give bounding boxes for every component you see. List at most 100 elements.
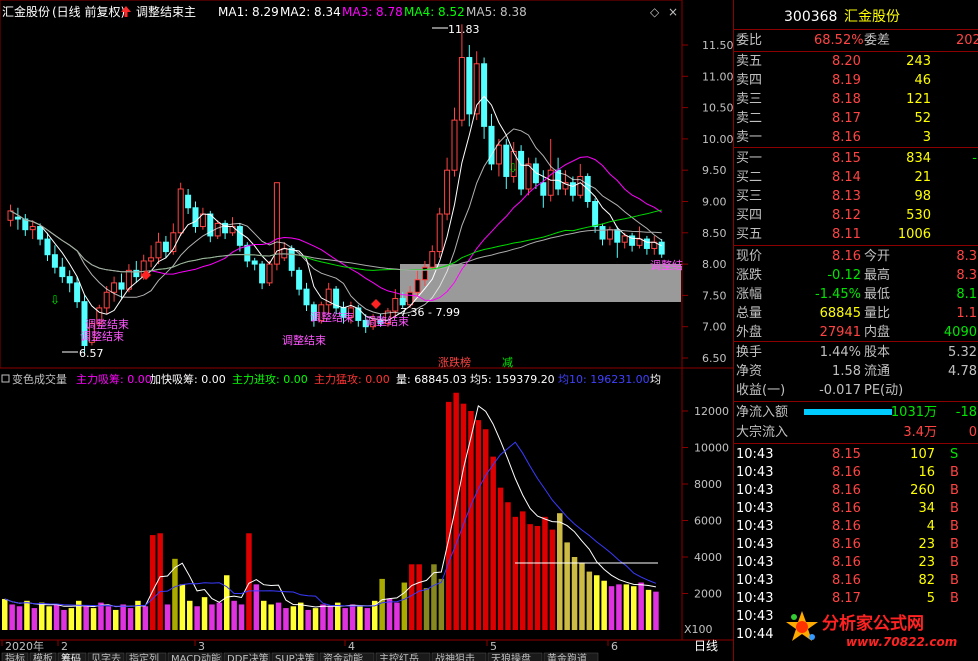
down-signal-icon: ⇩: [508, 161, 518, 175]
tick-time: 10:43: [736, 447, 774, 462]
volume-bar: [142, 606, 149, 630]
volume-bar: [409, 564, 415, 630]
stat-value: -1.45%: [815, 287, 861, 302]
candlestick: [111, 282, 118, 293]
volume-tick: 10000: [694, 442, 729, 455]
volume-bar: [490, 456, 496, 630]
stat-value: 4090: [943, 325, 977, 340]
indicator-name[interactable]: 调整结束主: [136, 4, 196, 19]
ma-legend-item: MA4: 8.52: [404, 5, 465, 19]
indicator-tab[interactable]: MACD动能: [171, 652, 221, 661]
candlestick: [444, 169, 451, 215]
volume-bar: [157, 533, 163, 630]
tick-row: 10:43 8.16 16 B: [734, 463, 978, 482]
ask-volume: 52: [914, 111, 931, 126]
limit-tag[interactable]: 涨跌榜: [438, 355, 471, 369]
indicator-tab-bar: 指标 模板 筹码 见字去 指定列 MACD动能 DDE决策 SUP决策 资金动能 主控红岳 战神狙击…: [1, 652, 599, 661]
volume-bar: [209, 604, 215, 630]
stat-label: PE(动): [864, 383, 904, 398]
volume-indicator-value: 量: 68845.03: [396, 373, 467, 386]
volume-bar: [90, 608, 97, 630]
volume-bars: [2, 392, 659, 630]
tick-side: B: [950, 573, 959, 588]
indicator-tab[interactable]: SUP决策: [275, 652, 315, 661]
tick-time: 10:43: [736, 483, 774, 498]
candlestick: [466, 57, 473, 115]
volume-bar: [423, 588, 430, 630]
candlestick: [44, 238, 51, 256]
stock-code: 300368: [784, 9, 838, 25]
indicator-tab[interactable]: 模板: [33, 652, 53, 661]
bid-volume: 834: [906, 151, 931, 166]
tick-row: 10:43 8.16 82 B: [734, 571, 978, 590]
period-label[interactable]: 日线: [694, 639, 718, 653]
volume-indicator-value: 主力进攻: 0.00: [232, 372, 308, 386]
indicator-tab[interactable]: 资金动能: [323, 652, 363, 661]
candlestick: [162, 241, 169, 253]
candlestick: [29, 226, 36, 231]
candlestick: [599, 226, 606, 240]
volume-bar: [231, 600, 237, 630]
candlestick: [51, 254, 58, 268]
candlestick: [251, 260, 258, 265]
tick-time: 10:43: [736, 519, 774, 534]
reduce-tag[interactable]: 减: [502, 356, 513, 369]
tick-time: 10:43: [736, 591, 774, 606]
expand-icon[interactable]: ◇: [650, 5, 660, 19]
indicator-tab[interactable]: 战神狙击: [435, 652, 475, 661]
indicator-tab[interactable]: 指定列: [129, 652, 159, 661]
signal-label: 调整结束: [365, 314, 409, 328]
tick-time: 10:43: [736, 573, 774, 588]
volume-bar: [61, 609, 67, 630]
signal-label: 调整结束: [85, 317, 129, 331]
indicator-tab[interactable]: 黄金跑道: [547, 652, 587, 661]
volume-bar: [83, 606, 89, 630]
volume-indicator-value: 变色成交量: [12, 372, 67, 386]
time-tick: 2: [61, 640, 68, 653]
ask-row: 卖四 8.19 46: [734, 71, 978, 90]
volume-bar: [542, 516, 548, 630]
close-icon[interactable]: ×: [668, 5, 678, 19]
watermark-url: www.70822.com: [846, 635, 958, 649]
tick-time: 10:43: [736, 537, 774, 552]
indicator-tab[interactable]: 指标: [5, 652, 25, 661]
indicator-tab[interactable]: 见字去: [91, 652, 121, 661]
volume-bar: [298, 602, 304, 630]
candlestick: [281, 247, 288, 259]
stat-value: 27941: [819, 325, 861, 340]
candlestick: [59, 266, 66, 278]
tick-side: B: [950, 465, 959, 480]
low-label: 6.57: [79, 347, 104, 360]
volume-bar: [497, 487, 504, 630]
volume-bar: [601, 580, 607, 630]
tick-price: 8.16: [832, 519, 861, 534]
indicator-tab[interactable]: DDE决策: [227, 652, 269, 661]
indicator-tab[interactable]: 筹码: [61, 652, 81, 661]
tick-volume: 23: [918, 537, 935, 552]
indicator-tab[interactable]: 天狼操盘: [491, 652, 531, 661]
ask-volume: 121: [906, 92, 931, 107]
bid-row: 买四 8.12 530: [734, 206, 978, 225]
stat-value: -0.12: [827, 268, 861, 283]
tick-time: 10:43: [736, 465, 774, 480]
settings-icon[interactable]: [1, 374, 10, 383]
candlestick: [458, 57, 465, 121]
kline-chart-area[interactable]: 汇金股份 (日线 前复权) 调整结束主 MA1: 8.29 MA2: 8.34 MA…: [0, 0, 733, 661]
indicator-tab[interactable]: 主控红岳: [379, 652, 419, 661]
stat-row: 换手 1.44% 股本 5.32: [734, 343, 978, 362]
ask-label: 卖五: [736, 54, 763, 69]
volume-bar: [312, 608, 319, 630]
tick-row: 10:43 8.16 34 B: [734, 499, 978, 518]
tick-time: 10:44: [736, 627, 774, 642]
stat-row: 净资 1.58 流通 4.78: [734, 362, 978, 381]
candlestick: [481, 63, 488, 127]
bid-volume: 98: [914, 189, 931, 204]
candlestick: [429, 251, 436, 268]
time-axis: 2020年 2 3 4 5 6: [1, 639, 618, 653]
volume-bar: [527, 524, 533, 630]
price-tick: 6.50: [702, 352, 727, 365]
ask-price: 8.19: [832, 73, 861, 88]
tick-side: B: [950, 555, 959, 570]
volume-bar: [364, 608, 371, 630]
tick-price: 8.16: [832, 465, 861, 480]
